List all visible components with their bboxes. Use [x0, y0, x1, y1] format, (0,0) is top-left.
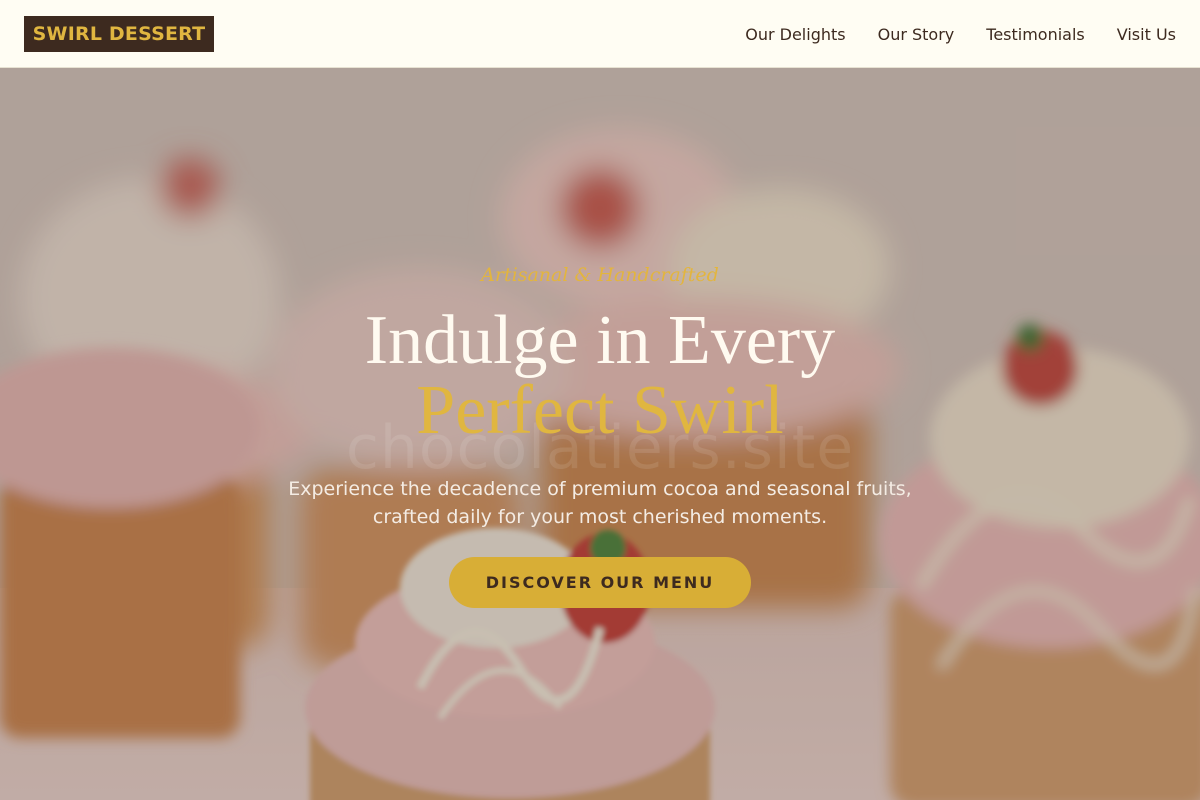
hero-headline: Indulge in Every Perfect Swirl — [0, 306, 1200, 446]
hero-subtext-line2: crafted daily for your most cherished mo… — [372, 506, 828, 528]
main-nav: Our Delights Our Story Testimonials Visi… — [745, 0, 1176, 68]
brand-logo[interactable]: SWIRL DESSERT — [24, 16, 214, 52]
nav-link-our-delights[interactable]: Our Delights — [745, 25, 845, 44]
hero-subtext: Experience the decadence of premium coco… — [0, 475, 1200, 531]
discover-menu-button[interactable]: DISCOVER OUR MENU — [449, 557, 751, 608]
hero-section: Artisanal & Handcrafted chocolatiers.sit… — [0, 68, 1200, 800]
site-header: SWIRL DESSERT Our Delights Our Story Tes… — [0, 0, 1200, 68]
nav-link-our-story[interactable]: Our Story — [878, 25, 955, 44]
nav-link-visit-us[interactable]: Visit Us — [1117, 25, 1176, 44]
hero-eyebrow: Artisanal & Handcrafted — [481, 264, 719, 286]
nav-link-testimonials[interactable]: Testimonials — [986, 25, 1085, 44]
hero-headline-line1: Indulge in Every — [364, 302, 836, 379]
hero-subtext-line1: Experience the decadence of premium coco… — [288, 478, 912, 500]
hero-headline-line2: Perfect Swirl — [416, 372, 784, 449]
